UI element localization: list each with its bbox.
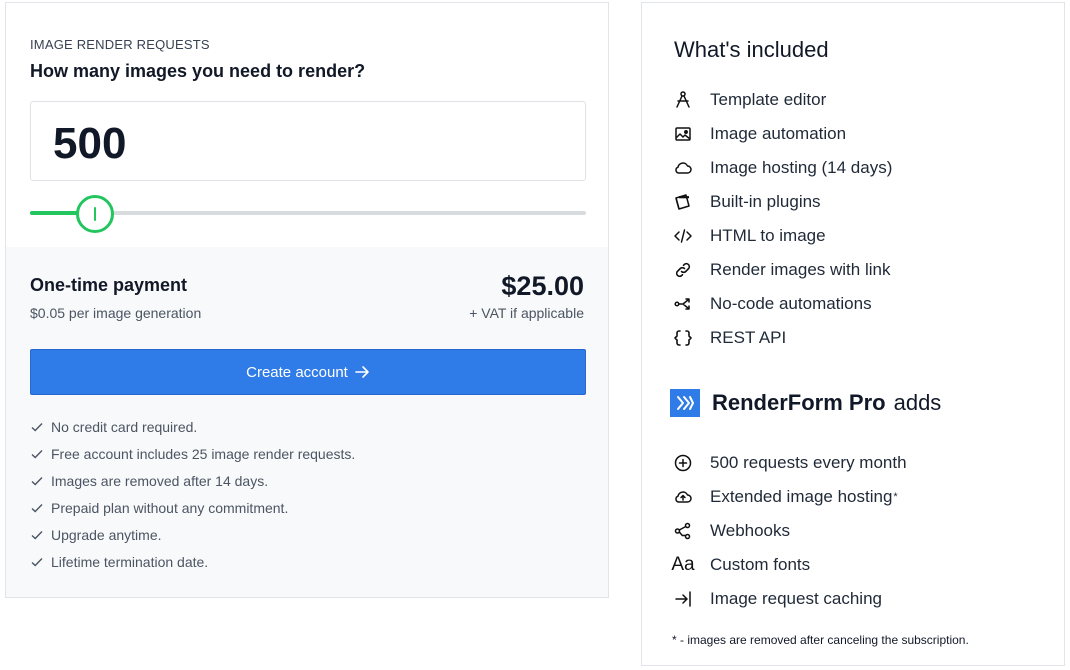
image-count-input[interactable]: 500 <box>30 101 586 181</box>
font-icon: Aa <box>671 554 695 575</box>
image-count-slider[interactable] <box>30 195 586 233</box>
feature-label: Image hosting (14 days) <box>710 158 893 177</box>
pro-feature-item: 500 requests every month <box>672 446 907 480</box>
feature-label: Webhooks <box>710 521 791 540</box>
feature-item: Built-in plugins <box>672 185 892 219</box>
benefit-item: Images are removed after 14 days. <box>30 467 355 494</box>
pro-feature-item: Webhooks <box>672 514 907 548</box>
feature-label: 500 requests every month <box>710 453 907 472</box>
create-account-label: Create account <box>246 363 348 381</box>
feature-label: Render images with link <box>710 260 891 279</box>
feature-label: Built-in plugins <box>710 192 821 211</box>
pro-feature-item: Aa Custom fonts <box>671 548 907 582</box>
checkmark-icon <box>30 474 44 488</box>
feature-item: Template editor <box>672 83 892 117</box>
pro-features-list: 500 requests every month Extended image … <box>671 446 907 616</box>
pro-feature-item: Extended image hosting * <box>672 480 907 514</box>
benefit-text: Lifetime termination date. <box>51 553 209 570</box>
create-account-button[interactable]: Create account <box>30 349 586 395</box>
plus-circle-icon <box>672 452 694 474</box>
features-card: What's included Template editor Image au… <box>641 2 1065 666</box>
split-arrow-icon <box>672 293 694 315</box>
benefits-list: No credit card required. Free account in… <box>30 413 355 575</box>
render-question: How many images you need to render? <box>30 61 366 81</box>
benefit-text: Upgrade anytime. <box>51 526 162 543</box>
link-icon <box>672 259 694 281</box>
feature-label: No-code automations <box>710 294 872 313</box>
webhook-icon <box>672 520 694 542</box>
image-count-value: 500 <box>53 119 127 168</box>
checkmark-icon <box>30 528 44 542</box>
plugin-icon <box>672 191 694 213</box>
feature-label: HTML to image <box>710 226 826 245</box>
per-image-price: $0.05 per image generation <box>30 305 202 321</box>
feature-label: Template editor <box>710 90 827 109</box>
pro-brand-name: RenderForm Pro <box>712 390 886 415</box>
benefit-text: Images are removed after 14 days. <box>51 472 269 489</box>
feature-label: Custom fonts <box>710 555 811 574</box>
included-features-list: Template editor Image automation Image h… <box>672 83 892 355</box>
cloud-upload-icon <box>672 486 694 508</box>
benefit-item: No credit card required. <box>30 413 355 440</box>
vat-note: + VAT if applicable <box>469 305 584 321</box>
pro-feature-item: Image request caching <box>672 582 907 616</box>
payment-title: One-time payment <box>30 275 188 295</box>
benefit-text: Prepaid plan without any commitment. <box>51 499 289 516</box>
benefit-text: Free account includes 25 image render re… <box>51 445 356 462</box>
feature-item: Image automation <box>672 117 892 151</box>
pricing-calculator-card: IMAGE RENDER REQUESTS How many images yo… <box>5 2 609 598</box>
checkmark-icon <box>30 555 44 569</box>
render-count-section: IMAGE RENDER REQUESTS How many images yo… <box>6 3 608 247</box>
pro-adds-text: adds <box>893 390 942 415</box>
compass-icon <box>672 89 694 111</box>
slider-handle[interactable] <box>75 195 114 233</box>
feature-label: Image request caching <box>710 589 882 608</box>
image-icon <box>672 123 694 145</box>
benefit-text: No credit card required. <box>51 418 198 435</box>
slider-grip-icon <box>93 207 96 221</box>
feature-item: Image hosting (14 days) <box>672 151 892 185</box>
checkmark-icon <box>30 501 44 515</box>
arrow-right-icon <box>355 365 370 379</box>
checkmark-icon <box>30 420 44 434</box>
included-title: What's included <box>674 37 829 62</box>
feature-item: No-code automations <box>672 287 892 321</box>
feature-item: Render images with link <box>672 253 892 287</box>
braces-icon <box>672 327 694 349</box>
benefit-item: Upgrade anytime. <box>30 521 355 548</box>
section-eyebrow: IMAGE RENDER REQUESTS <box>30 37 210 52</box>
pro-header: RenderForm Pro adds <box>670 389 941 417</box>
benefit-item: Lifetime termination date. <box>30 548 355 575</box>
arrow-in-icon <box>672 588 694 610</box>
feature-item: REST API <box>672 321 892 355</box>
renderform-logo-icon <box>670 389 700 417</box>
payment-section: One-time payment $0.05 per image generat… <box>6 247 608 597</box>
benefit-item: Free account includes 25 image render re… <box>30 440 355 467</box>
feature-label: Extended image hosting <box>710 487 893 506</box>
feature-item: HTML to image <box>672 219 892 253</box>
checkmark-icon <box>30 447 44 461</box>
feature-label: REST API <box>710 328 787 347</box>
footnote-marker: * <box>893 491 898 503</box>
footnote: * - images are removed after canceling t… <box>672 633 969 647</box>
code-icon <box>672 225 694 247</box>
cloud-icon <box>672 157 694 179</box>
total-price: $25.00 <box>501 271 584 301</box>
benefit-item: Prepaid plan without any commitment. <box>30 494 355 521</box>
feature-label: Image automation <box>710 124 847 143</box>
